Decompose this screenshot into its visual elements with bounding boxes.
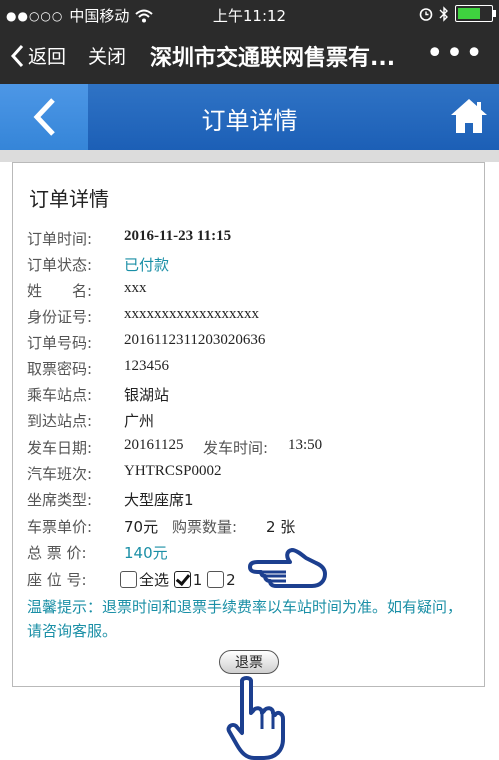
- seat-1-checkbox[interactable]: [173, 571, 191, 588]
- more-button[interactable]: •••: [426, 36, 485, 71]
- unit-price-label: 车票单价:: [27, 518, 93, 536]
- order-time-label: 订单时间:: [27, 230, 93, 248]
- order-details-card: 订单详情 订单时间: 2016-11-23 11:15 订单状态: 已付款 姓 …: [12, 162, 485, 687]
- page-title: 订单详情: [201, 107, 298, 135]
- arrival-station-label: 到达站点:: [27, 412, 93, 430]
- status-bar: ●●○○○ 中国移动 上午11:12: [0, 0, 499, 28]
- pickup-code-value: 123456: [124, 358, 169, 374]
- select-all-label: 全选: [139, 571, 170, 589]
- total-price-value: 140元: [124, 544, 168, 562]
- order-time-value: 2016-11-23 11:15: [124, 228, 232, 244]
- departure-time-value: 13:50: [288, 437, 323, 453]
- departure-time-label: 发车时间:: [203, 439, 269, 457]
- departure-station-value: 银湖站: [124, 386, 170, 404]
- pointing-hand-icon: [248, 548, 327, 588]
- nav-title: 深圳市交通联网售票有...: [150, 46, 396, 71]
- pickup-code-label: 取票密码:: [27, 360, 93, 378]
- departure-station-label: 乘车站点:: [27, 386, 93, 404]
- seat-type-label: 坐席类型:: [27, 491, 93, 509]
- battery-icon: [455, 5, 496, 22]
- seat-number-label: 座 位 号:: [27, 571, 87, 589]
- name-value: xxx: [124, 280, 147, 296]
- select-all-checkbox[interactable]: [120, 571, 137, 588]
- divider: [0, 150, 499, 162]
- id-number-value: xxxxxxxxxxxxxxxxxx: [124, 306, 259, 322]
- seat-2-label: 2: [226, 571, 236, 589]
- bluetooth-icon: [439, 5, 448, 22]
- departure-date-label: 发车日期:: [27, 439, 93, 457]
- name-label: 姓 名:: [27, 282, 93, 300]
- id-number-label: 身份证号:: [27, 308, 93, 326]
- order-number-label: 订单号码:: [27, 334, 93, 352]
- home-icon[interactable]: [449, 96, 489, 136]
- close-button[interactable]: 关闭: [88, 42, 126, 69]
- departure-date-value: 20161125: [124, 437, 184, 453]
- back-label: 返回: [28, 46, 67, 68]
- alarm-icon: [419, 7, 433, 21]
- order-status-label: 订单状态:: [27, 256, 93, 274]
- card-title: 订单详情: [29, 187, 109, 211]
- navigation-bar: 返回 关闭 深圳市交通联网售票有... •••: [0, 28, 499, 84]
- quantity-value: 2 张: [266, 518, 296, 536]
- total-price-label: 总 票 价:: [27, 544, 87, 562]
- seat-1-label: 1: [192, 571, 203, 589]
- page-header: 订单详情: [0, 84, 499, 150]
- seat-type-value: 大型座席1: [124, 491, 194, 509]
- seat-2-checkbox[interactable]: [207, 571, 225, 588]
- seat-selector: 全选 1 2: [120, 569, 236, 590]
- bus-number-value: YHTRCSP0002: [124, 463, 222, 479]
- arrival-station-value: 广州: [124, 412, 155, 430]
- back-button[interactable]: 返回: [10, 42, 66, 69]
- order-status-value: 已付款: [124, 256, 170, 274]
- order-number-value: 201611231120302​0636: [124, 332, 266, 348]
- chevron-left-icon: [10, 44, 24, 67]
- unit-price-value: 70元: [124, 518, 159, 536]
- refund-button[interactable]: 退票: [219, 650, 279, 674]
- pointing-hand-icon: [226, 676, 285, 760]
- bus-number-label: 汽车班次:: [27, 465, 93, 483]
- notice-text: 温馨提示：退票时间和退票手续费率以车站时间为准。如有疑问，请咨询客服。: [27, 598, 463, 640]
- quantity-label: 购票数量:: [172, 518, 238, 536]
